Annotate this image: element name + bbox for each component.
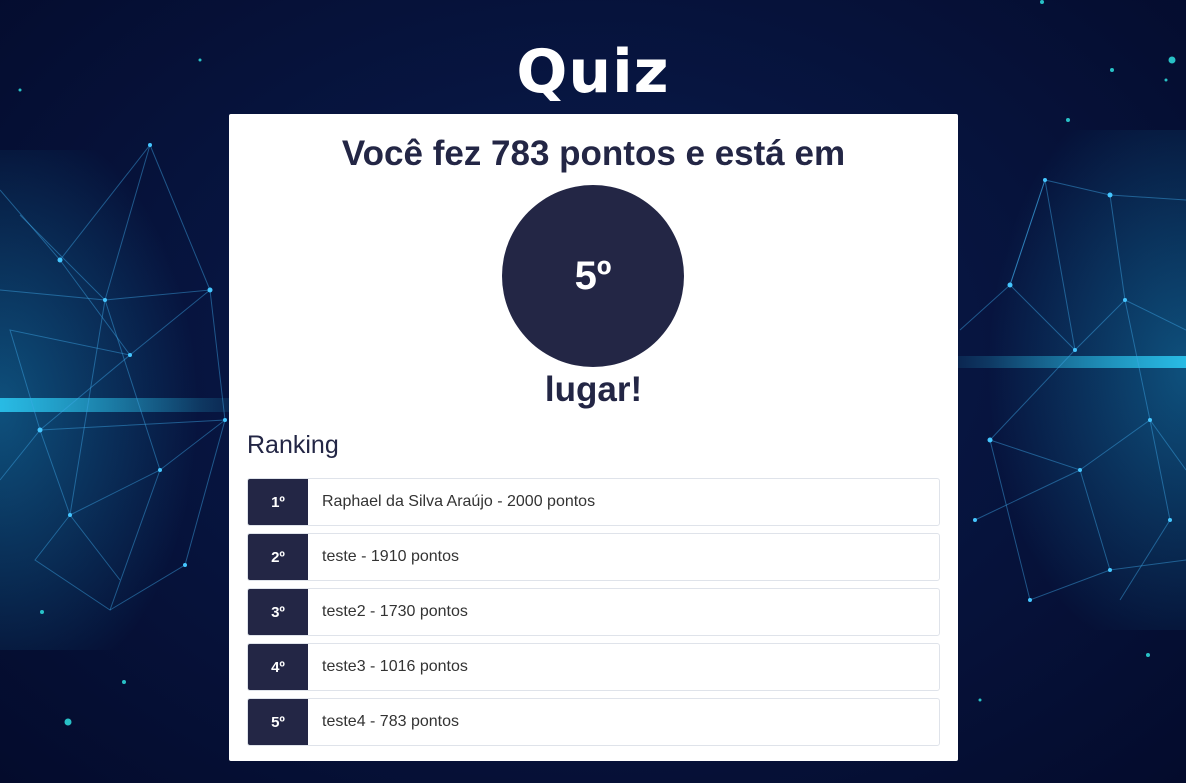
place-suffix: lugar! <box>544 370 643 409</box>
rank-position: 5º <box>248 699 308 745</box>
ranking-row: 4º teste3 - 1016 pontos <box>247 643 940 691</box>
rank-entry-text: Raphael da Silva Araújo - 2000 pontos <box>322 493 596 510</box>
rank-entry-text: teste2 - 1730 pontos <box>322 603 468 620</box>
rank-entry-text: teste4 - 783 pontos <box>322 713 459 730</box>
rank-entry-text: teste - 1910 pontos <box>322 548 459 565</box>
place-badge: 5º <box>502 185 684 367</box>
rank-position: 2º <box>248 534 308 580</box>
rank-position: 4º <box>248 644 308 690</box>
ranking-row: 1º Raphael da Silva Araújo - 2000 pontos <box>247 478 940 526</box>
ranking-title: Ranking <box>247 431 339 459</box>
ranking-row: 3º teste2 - 1730 pontos <box>247 588 940 636</box>
ranking-list: 1º Raphael da Silva Araújo - 2000 pontos… <box>247 478 940 753</box>
ranking-row: 2º teste - 1910 pontos <box>247 533 940 581</box>
rank-position: 1º <box>248 479 308 525</box>
rank-entry-text: teste3 - 1016 pontos <box>322 658 468 675</box>
rank-position: 3º <box>248 589 308 635</box>
ranking-row: 5º teste4 - 783 pontos <box>247 698 940 746</box>
score-heading: Você fez 783 pontos e está em <box>341 134 846 173</box>
result-card: Você fez 783 pontos e está em 5º lugar! … <box>229 114 958 761</box>
app-title: Quiz <box>516 37 670 107</box>
